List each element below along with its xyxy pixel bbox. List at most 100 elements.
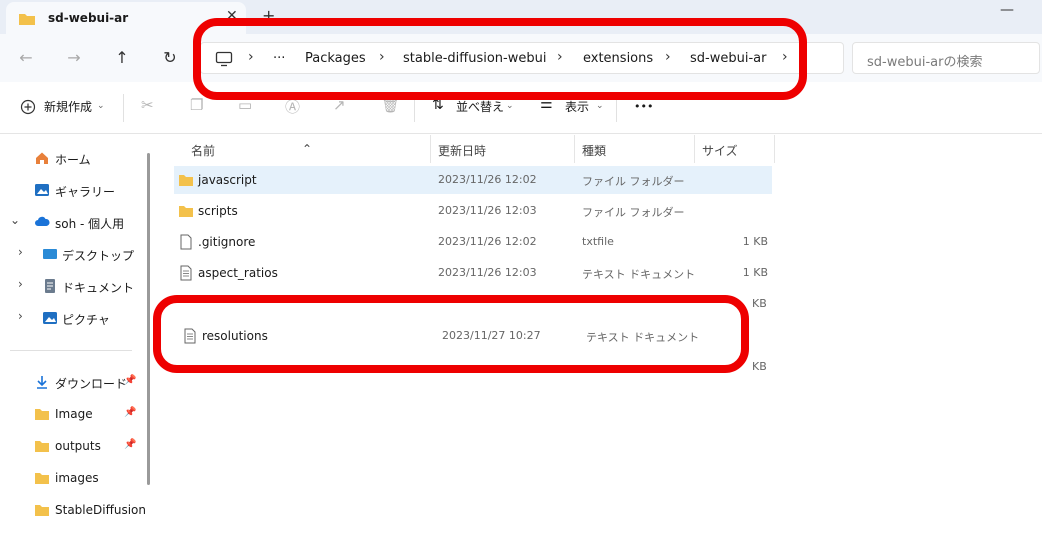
chevron-down-icon[interactable]: ⌄ [10,213,20,227]
sidebar-scrollbar[interactable] [147,153,150,485]
sidebar-item-label: ピクチャ [62,313,110,327]
navigation-pane: ホーム ギャラリー ⌄ soh - 個人用 › デスクトップ › ドキュメント … [0,135,150,533]
download-icon [37,376,47,389]
sidebar-item-home[interactable]: ホーム [0,143,140,173]
refresh-button[interactable]: ↻ [158,46,182,70]
sort-button[interactable]: 並べ替え [456,98,504,115]
file-type: txtfile [582,235,614,248]
sidebar-item-pictures[interactable]: › ピクチャ [0,303,140,333]
view-button[interactable]: 表示 [565,98,589,115]
sort-ascending-icon: ⌃ [302,142,313,156]
cloud-icon [35,216,50,226]
column-divider[interactable] [774,135,775,163]
folder-icon [35,409,49,420]
sidebar-item-gallery[interactable]: ギャラリー [0,175,140,205]
copy-icon[interactable]: ❐ [190,96,203,114]
file-name: scripts [198,204,238,218]
file-size: KB [752,297,767,310]
cut-icon[interactable]: ✂ [141,96,154,114]
folder-icon [35,441,49,452]
column-divider[interactable] [574,135,575,163]
folder-icon [179,206,193,217]
desktop-icon [43,249,57,259]
up-button[interactable]: ↑ [110,46,134,70]
pin-icon: 📌 [124,439,137,450]
chevron-down-icon: ⌄ [506,101,514,111]
text-document-icon [184,328,196,344]
sidebar-item-label: Image [55,407,93,421]
column-header-date[interactable]: 更新日時 [438,142,486,159]
file-name: aspect_ratios [198,266,278,280]
annotation-highlight-row: resolutions 2023/11/27 10:27 テキスト ドキュメント [153,295,749,373]
new-button[interactable]: 新規作成 [44,98,92,115]
file-type: ファイル フォルダー [582,175,685,188]
file-type: テキスト ドキュメント [586,331,700,344]
file-date: 2023/11/26 12:03 [438,204,537,217]
file-type: テキスト ドキュメント [582,268,696,281]
chevron-right-icon[interactable]: › [18,277,23,291]
pictures-icon [43,312,57,324]
table-row[interactable]: resolutions 2023/11/27 10:27 テキスト ドキュメント [178,322,738,350]
column-header-type[interactable]: 種類 [582,142,606,159]
chevron-right-icon[interactable]: › [18,245,23,259]
chevron-down-icon: ⌄ [97,101,105,111]
sidebar-item-label: ドキュメント [62,281,135,295]
file-name: javascript [198,173,257,187]
gallery-icon [35,184,49,196]
sidebar-item-label: ダウンロード [55,377,128,391]
sidebar-item-label: outputs [55,439,101,453]
file-date: 2023/11/26 12:03 [438,266,537,279]
table-row[interactable]: aspect_ratios 2023/11/26 12:03 テキスト ドキュメ… [174,259,772,287]
column-header-name[interactable]: 名前 [191,142,215,159]
back-button[interactable]: ← [14,46,38,70]
folder-icon [35,473,49,484]
sidebar-item-label: soh - 個人用 [55,217,125,231]
folder-icon [35,505,49,516]
home-icon [36,152,48,164]
column-header-size[interactable]: サイズ [702,142,738,159]
sidebar-item-label: ギャラリー [55,185,116,199]
file-date: 2023/11/26 12:02 [438,235,537,248]
documents-icon [45,279,55,293]
file-date: 2023/11/26 12:02 [438,173,537,186]
pin-icon: 📌 [124,375,137,386]
sidebar-item-label: ホーム [55,153,91,167]
more-options-button[interactable]: ••• [634,100,653,113]
file-type: ファイル フォルダー [582,206,685,219]
file-date: 2023/11/27 10:27 [442,329,541,342]
toolbar-divider [123,94,124,122]
sidebar-item-documents[interactable]: › ドキュメント [0,271,140,301]
sidebar-item-image[interactable]: Image 📌 [0,399,140,429]
sidebar-item-desktop[interactable]: › デスクトップ [0,239,140,269]
sidebar-item-downloads[interactable]: ダウンロード 📌 [0,367,140,397]
column-divider[interactable] [694,135,695,163]
folder-icon [19,14,35,25]
minimize-button[interactable]: — [1000,2,1014,18]
sidebar-item-images[interactable]: images [0,463,140,493]
file-name: .gitignore [198,235,256,249]
sidebar-item-label: StableDiffusion [55,503,146,517]
sidebar-item-outputs[interactable]: outputs 📌 [0,431,140,461]
column-header-row: ⌃ 名前 更新日時 種類 サイズ [170,135,790,163]
new-plus-icon [20,99,36,115]
sidebar-item-onedrive[interactable]: ⌄ soh - 個人用 [0,207,140,237]
file-size: 1 KB [742,235,768,248]
search-placeholder: sd-webui-arの検索 [867,55,983,70]
table-row[interactable]: javascript 2023/11/26 12:02 ファイル フォルダー [174,166,772,194]
sidebar-divider [10,350,132,351]
file-size: 1 KB [742,266,768,279]
forward-button[interactable]: → [62,46,86,70]
folder-icon [179,175,193,186]
tab-title: sd-webui-ar [48,11,129,25]
file-size: KB [752,360,767,373]
sidebar-item-stablediffusion[interactable]: StableDiffusion [0,495,146,525]
pin-icon: 📌 [124,407,137,418]
annotation-highlight-address [193,18,807,100]
chevron-right-icon[interactable]: › [18,309,23,323]
column-divider[interactable] [430,135,431,163]
table-row[interactable]: scripts 2023/11/26 12:03 ファイル フォルダー [174,197,772,225]
sidebar-item-label: デスクトップ [62,249,135,263]
search-input[interactable]: sd-webui-arの検索 [852,42,1040,74]
table-row[interactable]: .gitignore 2023/11/26 12:02 txtfile 1 KB [174,228,772,256]
chevron-down-icon: ⌄ [596,101,604,111]
